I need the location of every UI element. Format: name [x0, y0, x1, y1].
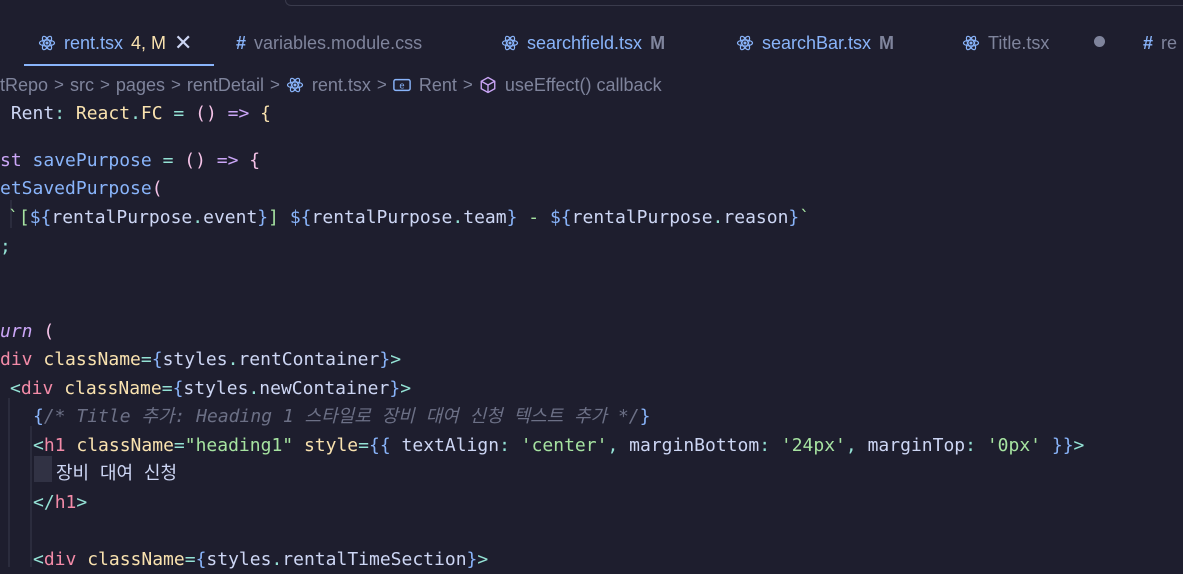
chevron-right-icon: >: [54, 75, 64, 94]
code-line: Rent: React.FC = () => {: [0, 103, 271, 124]
breadcrumb-symbol[interactable]: Rent: [419, 75, 457, 96]
tab-status: M: [650, 32, 666, 53]
indent-guide: [8, 398, 10, 567]
code-line: {/* Title 추가: Heading 1 스타일로 장비 대여 신청 텍스…: [33, 406, 651, 427]
code-line: <h1 className="heading1" style={{ textAl…: [33, 435, 1085, 456]
react-icon: [501, 34, 519, 52]
chevron-right-icon: >: [269, 75, 280, 94]
tab-label: Title.tsx: [988, 32, 1050, 53]
tab-label: variables.module.css: [254, 32, 423, 53]
code-line: 장비 대여 신청: [56, 463, 178, 484]
react-icon: [286, 76, 304, 94]
tab-title-tsx[interactable]: Title.tsx: [962, 30, 1049, 56]
breadcrumb-src[interactable]: src: [70, 75, 94, 96]
breadcrumb-repo[interactable]: tRepo: [0, 75, 48, 96]
breadcrumb-file[interactable]: rent.tsx: [312, 75, 371, 96]
tab-variables-module-css[interactable]: # variables.module.css: [236, 30, 422, 56]
editor-tab-bar: rent.tsx 4, M ✕ # variables.module.css s…: [0, 0, 1183, 66]
chevron-right-icon: >: [170, 75, 181, 94]
tab-label: searchBar.tsx: [762, 32, 872, 53]
breadcrumb: tRepo > src > pages > rentDetail > rent.…: [0, 72, 662, 98]
variable-symbol-icon: e: [393, 76, 411, 94]
tab-searchfield-tsx[interactable]: searchfield.tsx M: [501, 30, 665, 56]
tab-label: rent.tsx: [64, 32, 124, 53]
code-line: div className={styles.rentContainer}>: [0, 349, 402, 370]
close-icon[interactable]: ✕: [174, 32, 192, 54]
indent-guide: [30, 426, 32, 567]
code-line: urn (: [0, 321, 55, 342]
tab-label: searchfield.tsx: [527, 32, 643, 53]
chevron-right-icon: >: [462, 75, 473, 94]
react-icon: [736, 34, 754, 52]
react-icon: [38, 34, 56, 52]
breadcrumb-callback[interactable]: useEffect() callback: [505, 75, 662, 96]
chevron-right-icon: >: [99, 75, 110, 94]
tab-status: M: [879, 32, 895, 53]
tab-status: 4, M: [131, 32, 167, 53]
code-line: ;: [0, 236, 11, 257]
code-line: <div className={styles.rentalTimeSection…: [33, 549, 489, 570]
tab-label: re: [1161, 32, 1178, 53]
tab-searchbar-tsx[interactable]: searchBar.tsx M: [736, 30, 894, 56]
tab-overflow[interactable]: # re: [1143, 30, 1177, 56]
code-line: </h1>: [33, 492, 88, 513]
css-hash-icon: #: [1143, 32, 1154, 53]
code-line: <div className={styles.newContainer}>: [10, 378, 412, 399]
unsaved-dot-icon[interactable]: [1094, 36, 1105, 47]
chevron-right-icon: >: [376, 75, 387, 94]
code-line: st savePurpose = () => {: [0, 150, 261, 171]
active-tab-indicator: [24, 64, 214, 66]
breadcrumb-pages[interactable]: pages: [116, 75, 165, 96]
code-line: etSavedPurpose(: [0, 178, 163, 199]
breadcrumb-folder[interactable]: rentDetail: [187, 75, 264, 96]
css-hash-icon: #: [236, 32, 247, 53]
tab-rent-tsx[interactable]: rent.tsx 4, M ✕: [38, 30, 192, 56]
react-icon: [962, 34, 980, 52]
svg-text:e: e: [399, 82, 404, 92]
cube-method-icon: [479, 76, 497, 94]
code-line: `[${rentalPurpose.event}] ${rentalPurpos…: [8, 207, 811, 228]
